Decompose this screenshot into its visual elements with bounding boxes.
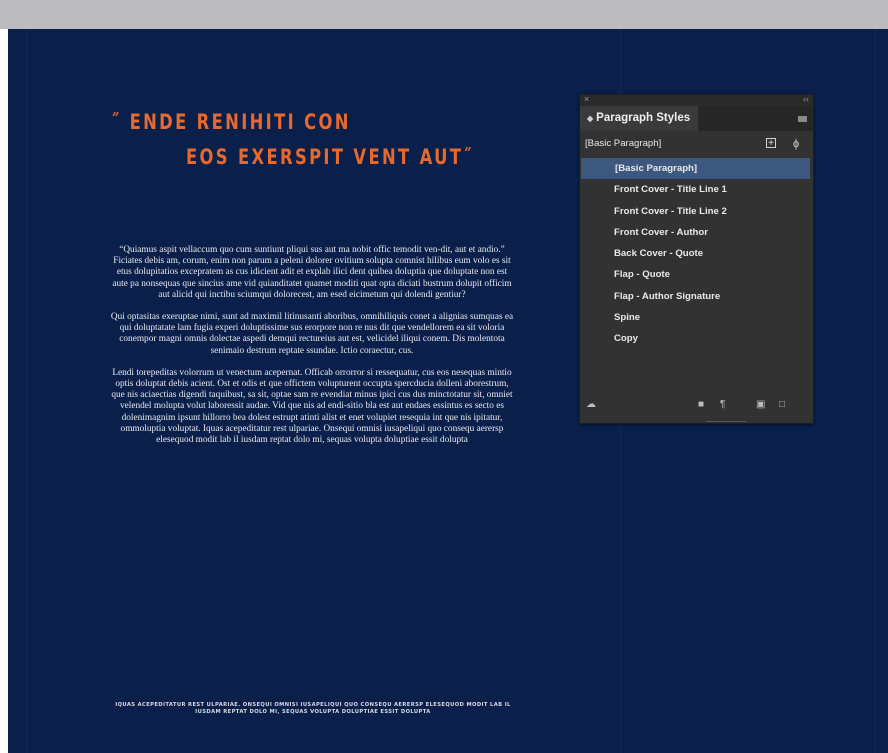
lightning-bolt-icon[interactable]: ϕ [793, 135, 799, 153]
trash-icon[interactable]: □ [779, 399, 785, 410]
styles-list: [Basic Paragraph] Front Cover - Title Li… [580, 158, 813, 350]
clear-overrides-icon[interactable]: ¶ [720, 399, 725, 410]
body-text-frame[interactable]: “Quiamus aspit vellaccum quo cum suntiun… [108, 245, 516, 457]
column-guide [875, 29, 876, 753]
collapse-icon[interactable]: ‹‹ [803, 94, 809, 104]
style-item-spine[interactable]: Spine [580, 307, 813, 328]
panel-tab-bar: ◆ Paragraph Styles [580, 106, 813, 131]
footer-text-frame[interactable]: IQUAS ACEPEDITATUR REST ULPARIAE. ONSEQU… [106, 702, 520, 716]
body-paragraph: Qui optasitas exeruptae nimi, sunt ad ma… [110, 312, 514, 356]
body-paragraph: “Quiamus aspit vellaccum quo cum suntiun… [112, 245, 512, 300]
style-item-flap-quote[interactable]: Flap - Quote [580, 264, 813, 285]
panel-menu-icon[interactable] [798, 116, 807, 122]
style-item-front-cover-title-line-1[interactable]: Front Cover - Title Line 1 [580, 179, 813, 200]
style-item-flap-author-signature[interactable]: Flap - Author Signature [580, 286, 813, 307]
panel-header: × ‹‹ [580, 94, 813, 106]
body-paragraph: Lendi torepeditas volorrum ut venectum a… [111, 367, 513, 446]
current-style-row: [Basic Paragraph] + ϕ [580, 135, 813, 153]
style-item-front-cover-title-line-2[interactable]: Front Cover - Title Line 2 [580, 201, 813, 222]
style-item-copy[interactable]: Copy [580, 328, 813, 349]
title-line-2[interactable]: EOS EXERSPIT VENT AUT˝ [186, 145, 474, 169]
new-style-icon[interactable]: ▣ [756, 399, 765, 410]
style-item-front-cover-author[interactable]: Front Cover - Author [580, 222, 813, 243]
tab-label: Paragraph Styles [596, 112, 691, 124]
column-guide [26, 29, 27, 753]
title-line-1[interactable]: ˝ ENDE RENIHITI CON [111, 110, 351, 134]
style-item-back-cover-quote[interactable]: Back Cover - Quote [580, 243, 813, 264]
create-style-from-selection-icon[interactable]: + [766, 138, 776, 149]
updown-arrows-icon: ◆ [587, 114, 594, 123]
style-item-basic-paragraph[interactable]: [Basic Paragraph] [581, 158, 810, 180]
close-icon[interactable]: × [584, 94, 589, 104]
current-style-label: [Basic Paragraph] [585, 138, 662, 149]
panel-footer: ☁ ■ ¶ ▣ □ [580, 395, 813, 417]
tab-paragraph-styles[interactable]: ◆ Paragraph Styles [580, 106, 698, 131]
paragraph-styles-panel[interactable]: × ‹‹ ◆ Paragraph Styles [Basic Paragraph]… [579, 94, 814, 424]
application-top-bar [0, 0, 888, 29]
cloud-library-icon[interactable]: ☁ [586, 399, 596, 410]
pasteboard-edge [0, 29, 8, 753]
scrollbar-track[interactable] [706, 421, 746, 422]
folder-icon[interactable]: ■ [698, 399, 704, 410]
